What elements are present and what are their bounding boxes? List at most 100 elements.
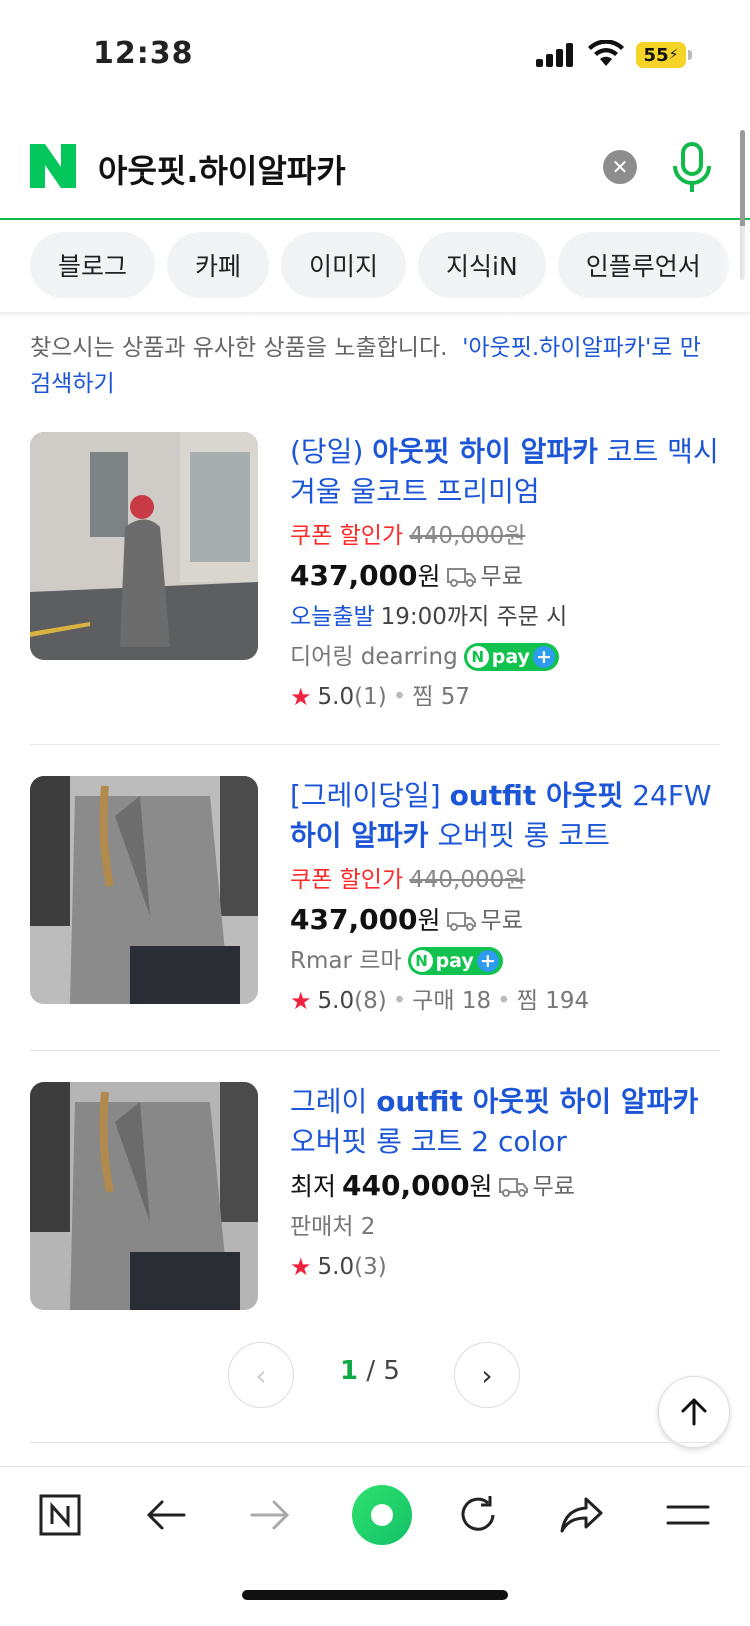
product-title[interactable]: [그레이당일] outfit 아웃핏 24FW 하이 알파카 오버핏 롱 코트 [290, 776, 720, 856]
search-bar: 아웃핏.하이알파카 ✕ [0, 120, 750, 220]
title-rest: 오버핏 롱 코트 [428, 819, 610, 852]
title-highlight-2: 하이 알파카 [290, 819, 429, 852]
tabs-shadow [0, 312, 750, 318]
truck-icon [446, 567, 476, 587]
title-prefix: 그레이 [290, 1085, 377, 1118]
clear-search-button[interactable]: ✕ [603, 150, 637, 184]
shipping: 무료 [446, 901, 523, 941]
green-dot-icon [352, 1485, 412, 1545]
arrow-right-icon [250, 1500, 290, 1530]
back-button[interactable] [136, 1485, 196, 1545]
tab-cafe[interactable]: 카페 [167, 232, 270, 298]
title-highlight: outfit 아웃핏 하이 알파카 [376, 1085, 699, 1118]
shipping: 무료 [446, 557, 523, 597]
divider [30, 1442, 720, 1443]
today-ship-badge: 오늘출발 [290, 604, 375, 630]
npay-label: pay [435, 950, 474, 972]
rating: 5.0(3) [317, 1254, 387, 1280]
coat-photo [30, 776, 258, 1004]
arrow-left-icon [146, 1500, 186, 1530]
today-ship-note: 19:00까지 주문 시 [380, 604, 568, 630]
seller-name[interactable]: 디어링 dearring [290, 637, 458, 677]
forward-button[interactable] [240, 1485, 300, 1545]
coat-photo [30, 1082, 258, 1310]
naver-home-button[interactable] [30, 1485, 90, 1545]
current-page: 1 [340, 1356, 359, 1386]
price: 440,000원 [342, 1169, 493, 1202]
arrow-up-icon [681, 1398, 707, 1426]
rating: 5.0(8) [317, 988, 387, 1014]
menu-button[interactable] [658, 1485, 718, 1545]
npay-badge: Npay + [407, 947, 503, 975]
price: 437,000원 [290, 903, 441, 936]
wishlist-count: 찜 57 [412, 684, 471, 710]
scroll-to-top-button[interactable] [658, 1376, 730, 1448]
product-image[interactable] [30, 776, 258, 1004]
tab-image[interactable]: 이미지 [281, 232, 407, 298]
similar-products-notice: 찾으시는 상품과 유사한 상품을 노출합니다. '아웃핏.하이알파카'로 만 검… [30, 330, 720, 402]
share-icon [560, 1497, 603, 1533]
star-icon: ★ [290, 987, 312, 1015]
microphone-icon[interactable] [670, 142, 714, 194]
truck-icon [498, 1177, 528, 1197]
status-bar: 12:38 55 ⚡ [0, 0, 750, 110]
home-indicator [242, 1590, 508, 1600]
chevron-left-icon: ‹ [255, 1358, 267, 1392]
share-button[interactable] [552, 1485, 612, 1545]
product-title[interactable]: (당일) 아웃핏 하이 알파카 코트 맥시 겨울 울코트 프리미엄 [290, 432, 720, 512]
search-input[interactable]: 아웃핏.하이알파카 [98, 146, 346, 192]
naver-logo-icon[interactable] [30, 144, 76, 188]
npay-label: pay [491, 646, 530, 668]
wifi-icon [588, 40, 624, 66]
search-tabs: 블로그 카페 이미지 지식iN 인플루언서 [30, 232, 729, 300]
purchase-count: 구매 18 [412, 988, 492, 1014]
dot-separator: • [497, 988, 511, 1014]
product-image[interactable] [30, 1082, 258, 1310]
battery-tip [688, 50, 692, 60]
refresh-icon [461, 1496, 495, 1531]
naver-home-icon [39, 1494, 81, 1536]
page-indicator: 1 / 5 [340, 1356, 400, 1386]
hamburger-menu-icon [666, 1505, 710, 1525]
title-highlight: 아웃핏 하이 알파카 [372, 435, 598, 468]
notice-text: 찾으시는 상품과 유사한 상품을 노출합니다. [30, 335, 448, 361]
original-price: 440,000원 [409, 867, 526, 893]
battery-icon: 55 ⚡ [636, 42, 686, 68]
lowest-label: 최저 [290, 1171, 337, 1201]
refresh-button[interactable] [448, 1485, 508, 1545]
total-pages: 5 [383, 1356, 400, 1386]
product-title[interactable]: 그레이 outfit 아웃핏 하이 알파카 오버핏 롱 코트 2 color [290, 1082, 720, 1162]
product-image[interactable] [30, 432, 258, 660]
browser-toolbar [0, 1466, 750, 1626]
dot-separator: • [392, 988, 407, 1014]
coupon-label: 쿠폰 할인가 [290, 867, 404, 893]
cellular-signal-icon [536, 43, 576, 67]
green-dot-button[interactable] [344, 1477, 420, 1553]
divider [30, 1050, 720, 1051]
shipping-text: 무료 [480, 563, 523, 590]
rating: 5.0(1) [317, 684, 387, 710]
dot-separator: • [392, 684, 407, 710]
page-separator: / [358, 1356, 384, 1386]
tabs-fade [720, 226, 750, 306]
coupon-label: 쿠폰 할인가 [290, 523, 404, 549]
npay-badge: Npay + [463, 643, 559, 671]
tab-knowledge-in[interactable]: 지식iN [418, 232, 546, 298]
truck-icon [446, 911, 476, 931]
tab-blog[interactable]: 블로그 [30, 232, 156, 298]
wishlist-count: 찜 194 [516, 988, 590, 1014]
prev-page-button[interactable]: ‹ [228, 1342, 294, 1408]
next-page-button[interactable]: › [454, 1342, 520, 1408]
title-mid: 24FW [623, 779, 712, 812]
pagination: ‹ 1 / 5 › [0, 1342, 750, 1412]
original-price: 440,000원 [409, 523, 526, 549]
shipping-text: 무료 [532, 1173, 575, 1200]
seller-name[interactable]: Rmar 르마 [290, 941, 402, 981]
tab-influencer[interactable]: 인플루언서 [557, 232, 729, 298]
star-icon: ★ [290, 1253, 312, 1281]
star-icon: ★ [290, 683, 312, 711]
title-prefix: (당일) [290, 435, 373, 468]
seller-count[interactable]: 판매처 2 [290, 1207, 375, 1247]
shipping: 무료 [498, 1167, 575, 1207]
title-highlight: outfit 아웃핏 [449, 779, 624, 812]
